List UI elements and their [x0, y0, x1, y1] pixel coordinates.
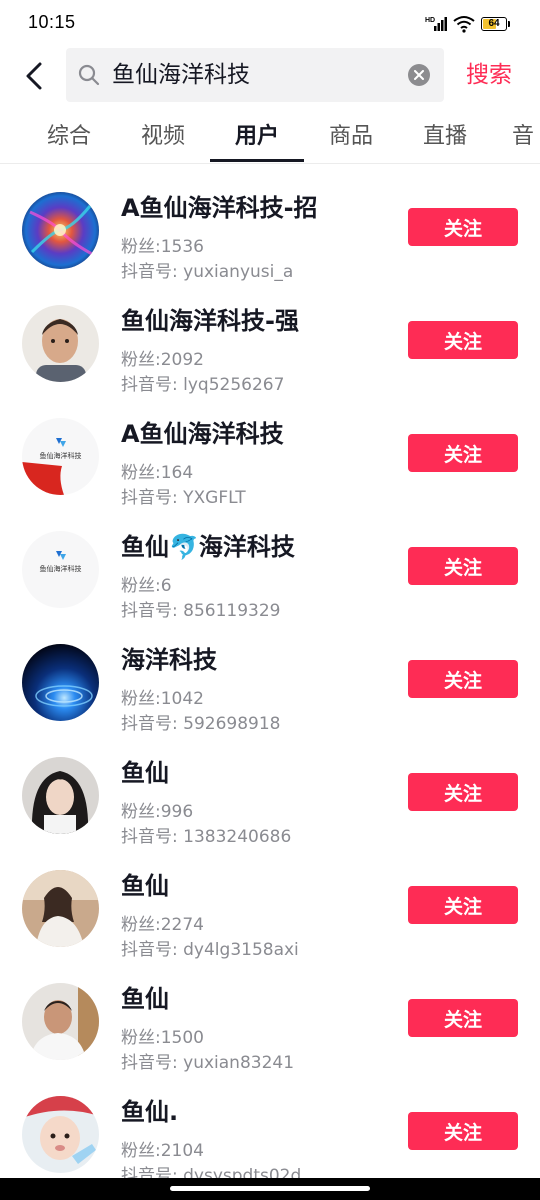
clear-search-button[interactable] — [408, 64, 430, 86]
result-type-tabs: 综合 视频 用户 商品 直播 音 — [0, 112, 540, 164]
user-name: 鱼仙 — [121, 872, 169, 900]
woman-photo-avatar-image — [22, 870, 99, 947]
tab-users[interactable]: 用户 — [210, 112, 304, 163]
battery-icon: 64 — [481, 17, 507, 31]
douyin-id: 抖音号: 1383240686 — [121, 827, 292, 847]
user-result-row[interactable]: 鱼仙. 粉丝:2104 抖音号: dysyspdts02d 关注 — [0, 1074, 540, 1187]
user-name: 鱼仙. — [121, 1098, 179, 1126]
user-name: 鱼仙 — [121, 985, 169, 1013]
follow-button[interactable]: 关注 — [408, 434, 518, 472]
home-indicator[interactable] — [170, 1186, 370, 1191]
search-icon — [78, 64, 100, 86]
douyin-id: 抖音号: 592698918 — [121, 714, 281, 734]
user-result-row[interactable]: 鱼仙 粉丝:1500 抖音号: yuxian83241 关注 — [0, 961, 540, 1074]
follower-count: 粉丝:6 — [121, 576, 172, 596]
user-name: 海洋科技 — [121, 646, 217, 674]
follow-button[interactable]: 关注 — [408, 999, 518, 1037]
status-icons: HD 64 — [425, 12, 510, 36]
douyin-id: 抖音号: yuxian83241 — [121, 1053, 295, 1073]
avatar[interactable]: 鱼仙海洋科技 — [22, 418, 99, 495]
user-result-row[interactable]: 鱼仙海洋科技-强 粉丝:2092 抖音号: lyq5256267 关注 — [0, 283, 540, 396]
user-result-row[interactable]: 鱼仙 粉丝:2274 抖音号: dy4lg3158axi 关注 — [0, 848, 540, 961]
user-result-row[interactable]: 鱼仙 粉丝:996 抖音号: 1383240686 关注 — [0, 735, 540, 848]
tab-products[interactable]: 商品 — [304, 112, 398, 163]
user-result-row[interactable]: 海洋科技 粉丝:1042 抖音号: 592698918 关注 — [0, 622, 540, 735]
follow-button[interactable]: 关注 — [408, 773, 518, 811]
user-name: 鱼仙海洋科技-强 — [121, 307, 299, 335]
douyin-id: 抖音号: YXGFLT — [121, 488, 246, 508]
douyin-id: 抖音号: dy4lg3158axi — [121, 940, 299, 960]
search-results-screen: 10:15 HD 64 鱼仙海洋科技 搜索 综合 视频 用户 商品 直播 音 A… — [0, 0, 540, 1200]
user-result-row[interactable]: 鱼仙海洋科技 鱼仙🐬海洋科技 粉丝:6 抖音号: 856119329 关注 — [0, 509, 540, 622]
tab-live[interactable]: 直播 — [398, 112, 492, 163]
follower-count: 粉丝:164 — [121, 463, 194, 483]
search-header: 鱼仙海洋科技 搜索 — [0, 48, 540, 104]
status-bar: 10:15 HD 64 — [0, 0, 540, 48]
avatar[interactable] — [22, 644, 99, 721]
follower-count: 粉丝:1042 — [121, 689, 204, 709]
tab-videos[interactable]: 视频 — [116, 112, 210, 163]
avatar[interactable] — [22, 757, 99, 834]
logo-text: 鱼仙海洋科技 — [40, 564, 82, 573]
search-submit-button[interactable]: 搜索 — [466, 48, 512, 102]
tab-music[interactable]: 音 — [512, 112, 540, 163]
follower-count: 粉丝:1536 — [121, 237, 204, 257]
user-name-prefix: 鱼仙 — [121, 533, 169, 561]
user-name: A鱼仙海洋科技-招 — [121, 194, 318, 222]
status-time: 10:15 — [28, 12, 76, 32]
douyin-id: 抖音号: 856119329 — [121, 601, 281, 621]
avatar[interactable] — [22, 983, 99, 1060]
company-logo-flag-avatar-image: 鱼仙海洋科技 — [22, 418, 99, 495]
follower-count: 粉丝:1500 — [121, 1028, 204, 1048]
search-box[interactable]: 鱼仙海洋科技 — [66, 48, 444, 102]
user-name: 鱼仙 — [121, 759, 169, 787]
follow-button[interactable]: 关注 — [408, 208, 518, 246]
person-photo-avatar-image — [22, 757, 99, 834]
cellular-signal-icon: HD — [425, 17, 447, 31]
follower-count: 粉丝:2274 — [121, 915, 204, 935]
follow-button[interactable]: 关注 — [408, 321, 518, 359]
avatar[interactable] — [22, 305, 99, 382]
user-result-row[interactable]: A鱼仙海洋科技-招 粉丝:1536 抖音号: yuxianyusi_a 关注 — [0, 170, 540, 283]
avatar[interactable] — [22, 870, 99, 947]
follow-button[interactable]: 关注 — [408, 886, 518, 924]
wifi-icon — [453, 16, 475, 33]
galaxy-avatar-image — [22, 192, 99, 269]
company-logo-avatar-image: 鱼仙海洋科技 — [22, 531, 99, 608]
tab-all[interactable]: 综合 — [22, 112, 116, 163]
douyin-id: 抖音号: yuxianyusi_a — [121, 262, 294, 282]
avatar[interactable]: 鱼仙海洋科技 — [22, 531, 99, 608]
blue-tech-avatar-image — [22, 644, 99, 721]
system-navigation-bar — [0, 1178, 540, 1200]
follower-count: 粉丝:2104 — [121, 1141, 204, 1161]
user-name: A鱼仙海洋科技 — [121, 420, 284, 448]
back-button[interactable] — [18, 58, 50, 94]
user-result-row[interactable]: 鱼仙海洋科技 A鱼仙海洋科技 粉丝:164 抖音号: YXGFLT 关注 — [0, 396, 540, 509]
follow-button[interactable]: 关注 — [408, 547, 518, 585]
baby-photo-avatar-image — [22, 1096, 99, 1173]
dolphin-emoji-icon: 🐬 — [169, 533, 199, 561]
network-type-label: HD — [425, 17, 435, 24]
logo-text: 鱼仙海洋科技 — [40, 451, 82, 460]
follow-button[interactable]: 关注 — [408, 1112, 518, 1150]
man-photo-avatar-image — [22, 305, 99, 382]
battery-percentage: 64 — [488, 18, 500, 29]
user-name: 鱼仙🐬海洋科技 — [121, 527, 295, 562]
user-name-suffix: 海洋科技 — [198, 533, 295, 561]
follow-button[interactable]: 关注 — [408, 660, 518, 698]
follower-count: 粉丝:2092 — [121, 350, 204, 370]
chevron-left-icon — [26, 62, 42, 90]
search-input[interactable]: 鱼仙海洋科技 — [112, 48, 392, 102]
avatar[interactable] — [22, 192, 99, 269]
douyin-id: 抖音号: lyq5256267 — [121, 375, 285, 395]
close-icon — [414, 70, 424, 80]
follower-count: 粉丝:996 — [121, 802, 194, 822]
active-tab-indicator — [210, 159, 304, 162]
battery-cap — [508, 21, 510, 27]
avatar[interactable] — [22, 1096, 99, 1173]
man-photo-avatar-image — [22, 983, 99, 1060]
